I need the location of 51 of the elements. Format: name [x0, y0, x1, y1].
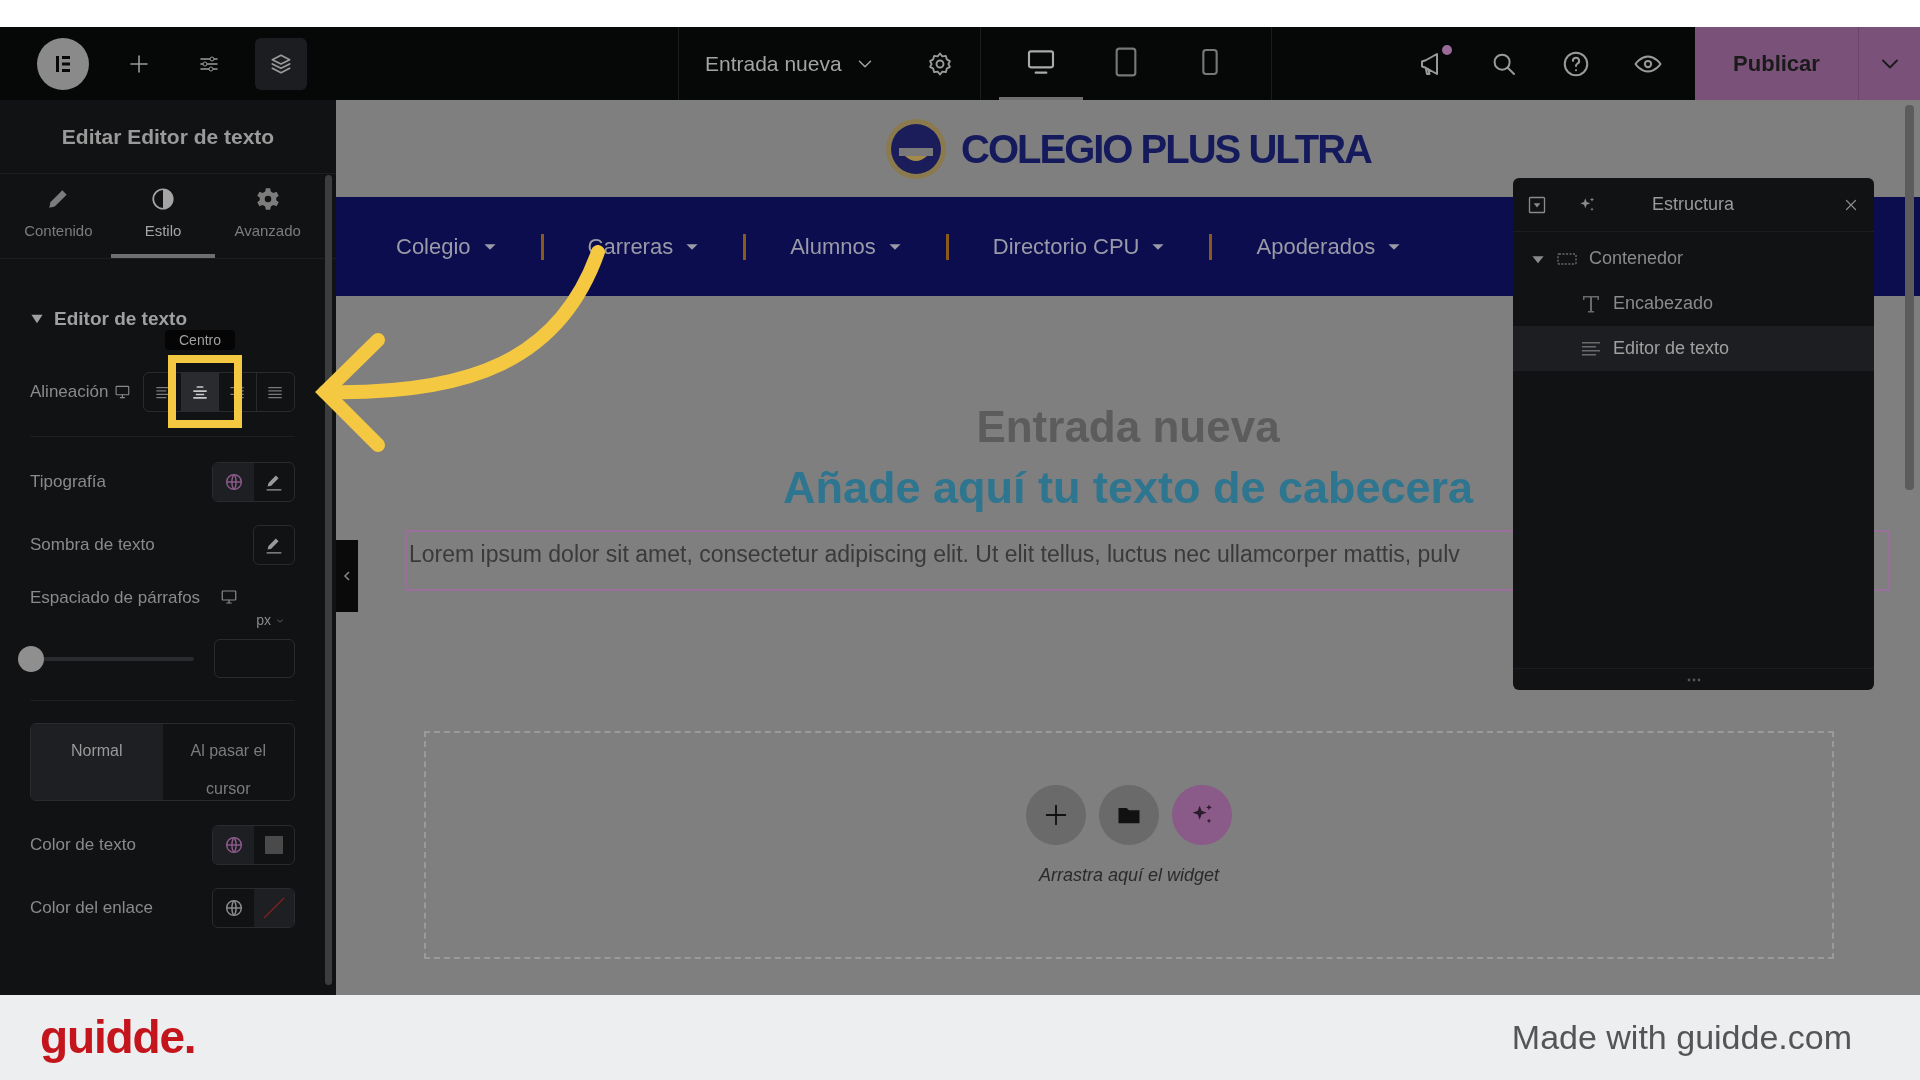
nav-item[interactable]: Alumnos — [790, 230, 902, 263]
structure-button[interactable] — [255, 37, 307, 90]
nav-item[interactable]: Colegio — [396, 230, 497, 263]
elementor-logo[interactable] — [37, 37, 89, 90]
state-tab[interactable]: Normal — [31, 724, 163, 800]
chevron-left-icon — [342, 571, 352, 581]
panel-toggle-button[interactable] — [336, 540, 358, 612]
collapse-button[interactable] — [1527, 194, 1547, 215]
structure-item[interactable]: Contenedor — [1513, 236, 1874, 281]
number-input[interactable] — [214, 639, 295, 678]
nav-item[interactable]: Apoderados — [1256, 230, 1402, 263]
site-title: COLEGIO PLUS ULTRA — [961, 125, 1371, 173]
paragraph-text: Lorem ipsum dolor sit amet, consectetur adipiscing elit. Ut elit tellus, luctus nec ullamcorper mattis, pulv — [409, 541, 1460, 567]
field-label: Espaciado de párrafos — [30, 586, 201, 609]
document-title-menu[interactable]: Entrada nueva — [705, 47, 876, 80]
panel-scrollbar[interactable] — [325, 175, 332, 985]
tooltip: Centro — [165, 329, 236, 350]
credit-text: Made with guidde.com — [1511, 1017, 1852, 1058]
collapse-icon — [1527, 194, 1547, 215]
panel-title: Estructura — [1652, 193, 1735, 216]
drop-hint: Arrastra aquí el widget — [1038, 864, 1220, 887]
slider-thumb[interactable] — [18, 645, 44, 672]
canvas-scrollbar[interactable] — [1905, 105, 1914, 490]
color-swatch — [265, 836, 283, 854]
contrast-icon — [150, 185, 176, 212]
field-label: Color de texto — [30, 834, 136, 857]
align-center-button[interactable] — [181, 372, 220, 411]
field-label: Color del enlace — [30, 897, 153, 920]
gear-icon — [254, 185, 281, 212]
heading-text: Añade aquí tu texto de cabecera — [782, 462, 1474, 513]
color-picker[interactable] — [254, 889, 294, 927]
brand-logo: guidde. — [40, 1010, 196, 1065]
alignment-control[interactable] — [143, 371, 295, 412]
structure-item[interactable]: Encabezado — [1513, 281, 1874, 326]
desktop-icon — [220, 588, 239, 607]
field-label: Sombra de texto — [30, 533, 155, 556]
field-label: Tipografía — [30, 470, 106, 493]
panel-title: Editar Editor de texto — [61, 123, 275, 150]
global-button[interactable] — [213, 462, 254, 501]
panel-tab[interactable]: Avanzado — [215, 174, 320, 258]
unit-selector[interactable]: px — [256, 610, 285, 631]
school-crest-icon — [885, 117, 948, 180]
state-tab[interactable]: Al pasar el cursor — [162, 724, 294, 800]
resize-handle-icon[interactable] — [1686, 677, 1701, 682]
nav-item[interactable]: Directorio CPU — [992, 230, 1166, 263]
structure-item[interactable]: Editor de texto — [1513, 326, 1874, 371]
panel-tab[interactable]: Contenido — [6, 174, 111, 258]
panel-tab[interactable]: Estilo — [110, 174, 216, 258]
no-color-icon — [261, 895, 287, 921]
field-label: Alineación — [30, 380, 109, 403]
global-button[interactable] — [213, 826, 254, 864]
